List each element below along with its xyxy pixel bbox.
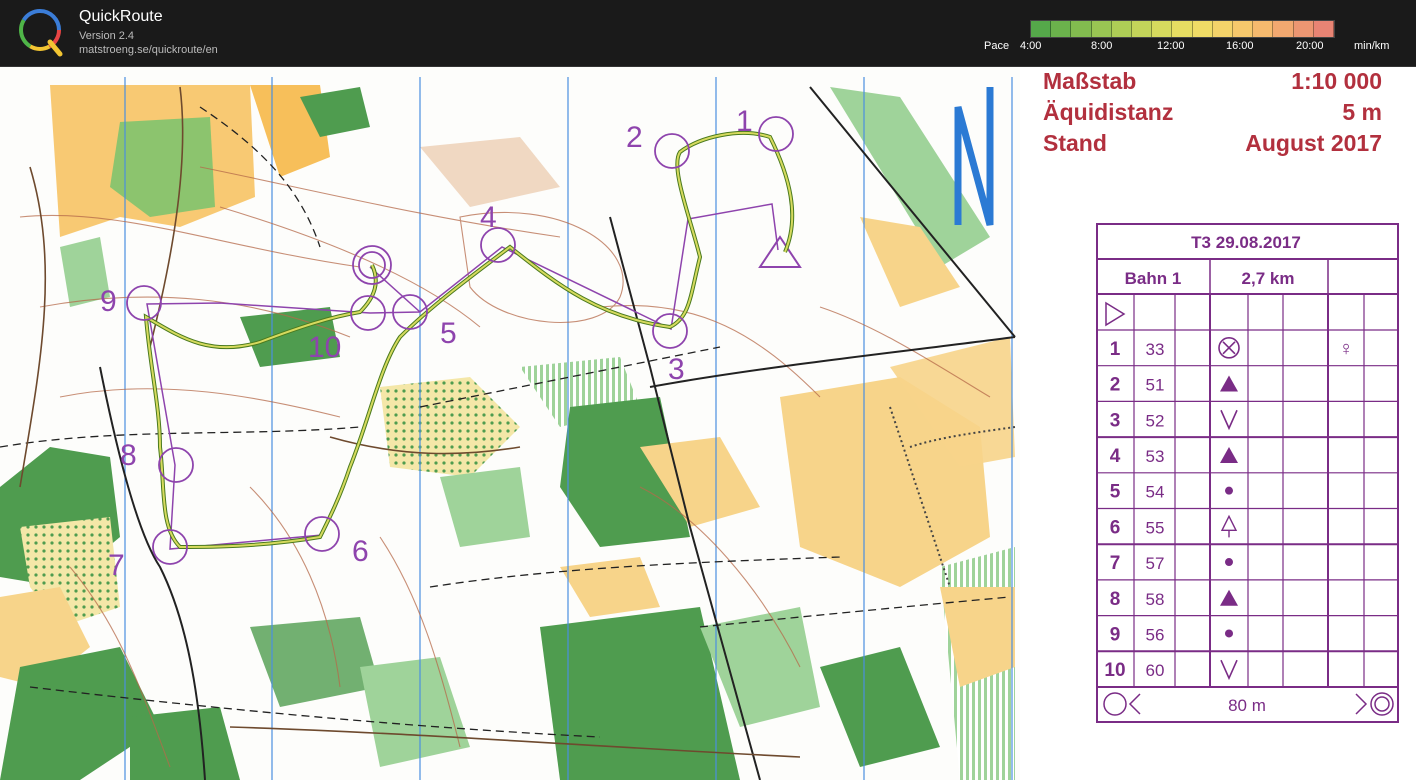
row-code: 60 (1146, 661, 1165, 680)
row-code: 52 (1146, 411, 1165, 430)
row-code: 57 (1146, 554, 1165, 573)
pace-tick: 8:00 (1091, 40, 1113, 52)
pace-color-step (1031, 21, 1052, 37)
event-header: T3 29.08.2017 (1191, 233, 1301, 252)
row-number: 1 (1110, 339, 1121, 360)
map-scale-legend: Maßstab 1:10 000 Äquidistanz 5 m Stand A… (1043, 68, 1382, 156)
pace-color-step (1192, 21, 1213, 37)
row-number: 5 (1110, 482, 1121, 503)
app-title: QuickRoute (79, 8, 163, 25)
pace-color-step (1071, 21, 1092, 37)
control-number: 1 (736, 105, 753, 138)
pace-color-step (1111, 21, 1133, 37)
row-code: 51 (1146, 376, 1165, 395)
pace-color-step (1091, 21, 1112, 37)
pace-tick: 20:00 (1296, 40, 1324, 52)
row-number: 2 (1110, 375, 1121, 396)
orienteering-map[interactable]: 1 2 3 4 5 6 7 8 9 10 Maßstab 1:10 000 Äq… (0, 67, 1416, 780)
pace-color-step (1212, 21, 1234, 37)
row-number: 10 (1104, 660, 1125, 681)
control-number: 8 (120, 439, 137, 472)
scale-value: 1:10 000 (1291, 68, 1382, 94)
pace-tick: 12:00 (1157, 40, 1185, 52)
app-header: QuickRoute Version 2.4 matstroeng.se/qui… (0, 0, 1416, 67)
row-code: 58 (1146, 590, 1165, 609)
pace-color-step (1152, 21, 1173, 37)
pace-tick: 4:00 (1020, 40, 1042, 52)
row-code: 54 (1146, 483, 1165, 502)
control-number: 2 (626, 121, 643, 154)
pace-color-step (1233, 21, 1254, 37)
control-description-table: T3 29.08.2017 Bahn 1 2,7 km 1 33 ♀ 2 51 3 52 4 5… (1096, 223, 1399, 723)
pace-color-step (1293, 21, 1314, 37)
pace-color-step (1172, 21, 1193, 37)
row-number: 6 (1110, 517, 1121, 538)
contour-label: Äquidistanz (1043, 99, 1173, 125)
control-number: 5 (440, 317, 457, 350)
control-number: 3 (668, 353, 685, 386)
course-length: 2,7 km (1242, 269, 1295, 288)
date-label: Stand (1043, 130, 1107, 156)
map-terrain (0, 67, 1020, 780)
pace-label: Pace (984, 40, 1010, 52)
row-extra-symbol: ♀ (1339, 338, 1354, 360)
dot-icon (1225, 558, 1233, 567)
scale-label: Maßstab (1043, 68, 1136, 94)
row-code: 56 (1146, 625, 1165, 644)
pace-color-step (1273, 21, 1294, 37)
pace-color-step (1051, 21, 1072, 37)
control-number: 9 (100, 285, 117, 318)
date-value: August 2017 (1245, 130, 1382, 156)
control-number: 10 (308, 331, 341, 364)
row-number: 7 (1110, 553, 1121, 574)
pace-unit: min/km (1354, 40, 1390, 52)
course-name: Bahn 1 (1125, 269, 1182, 288)
row-number: 9 (1110, 624, 1121, 645)
control-number: 6 (352, 535, 369, 568)
dot-icon (1225, 486, 1233, 495)
pace-color-scale (1030, 20, 1335, 38)
app-version: Version 2.4 (79, 30, 135, 42)
control-number: 7 (108, 549, 125, 582)
row-code: 53 (1146, 447, 1165, 466)
contour-value: 5 m (1342, 99, 1382, 125)
pace-color-step (1132, 21, 1153, 37)
quickroute-logo-icon (19, 9, 63, 57)
pace-color-step (1313, 21, 1335, 37)
row-number: 4 (1110, 446, 1121, 467)
app-url[interactable]: matstroeng.se/quickroute/en (79, 44, 218, 56)
control-number: 4 (480, 201, 497, 234)
row-number: 8 (1110, 589, 1121, 610)
pace-tick: 16:00 (1226, 40, 1254, 52)
pace-color-step (1253, 21, 1274, 37)
finish-distance: 80 m (1228, 696, 1266, 715)
dot-icon (1225, 629, 1233, 638)
row-code: 55 (1146, 518, 1165, 537)
row-number: 3 (1110, 410, 1121, 431)
row-code: 33 (1146, 340, 1165, 359)
